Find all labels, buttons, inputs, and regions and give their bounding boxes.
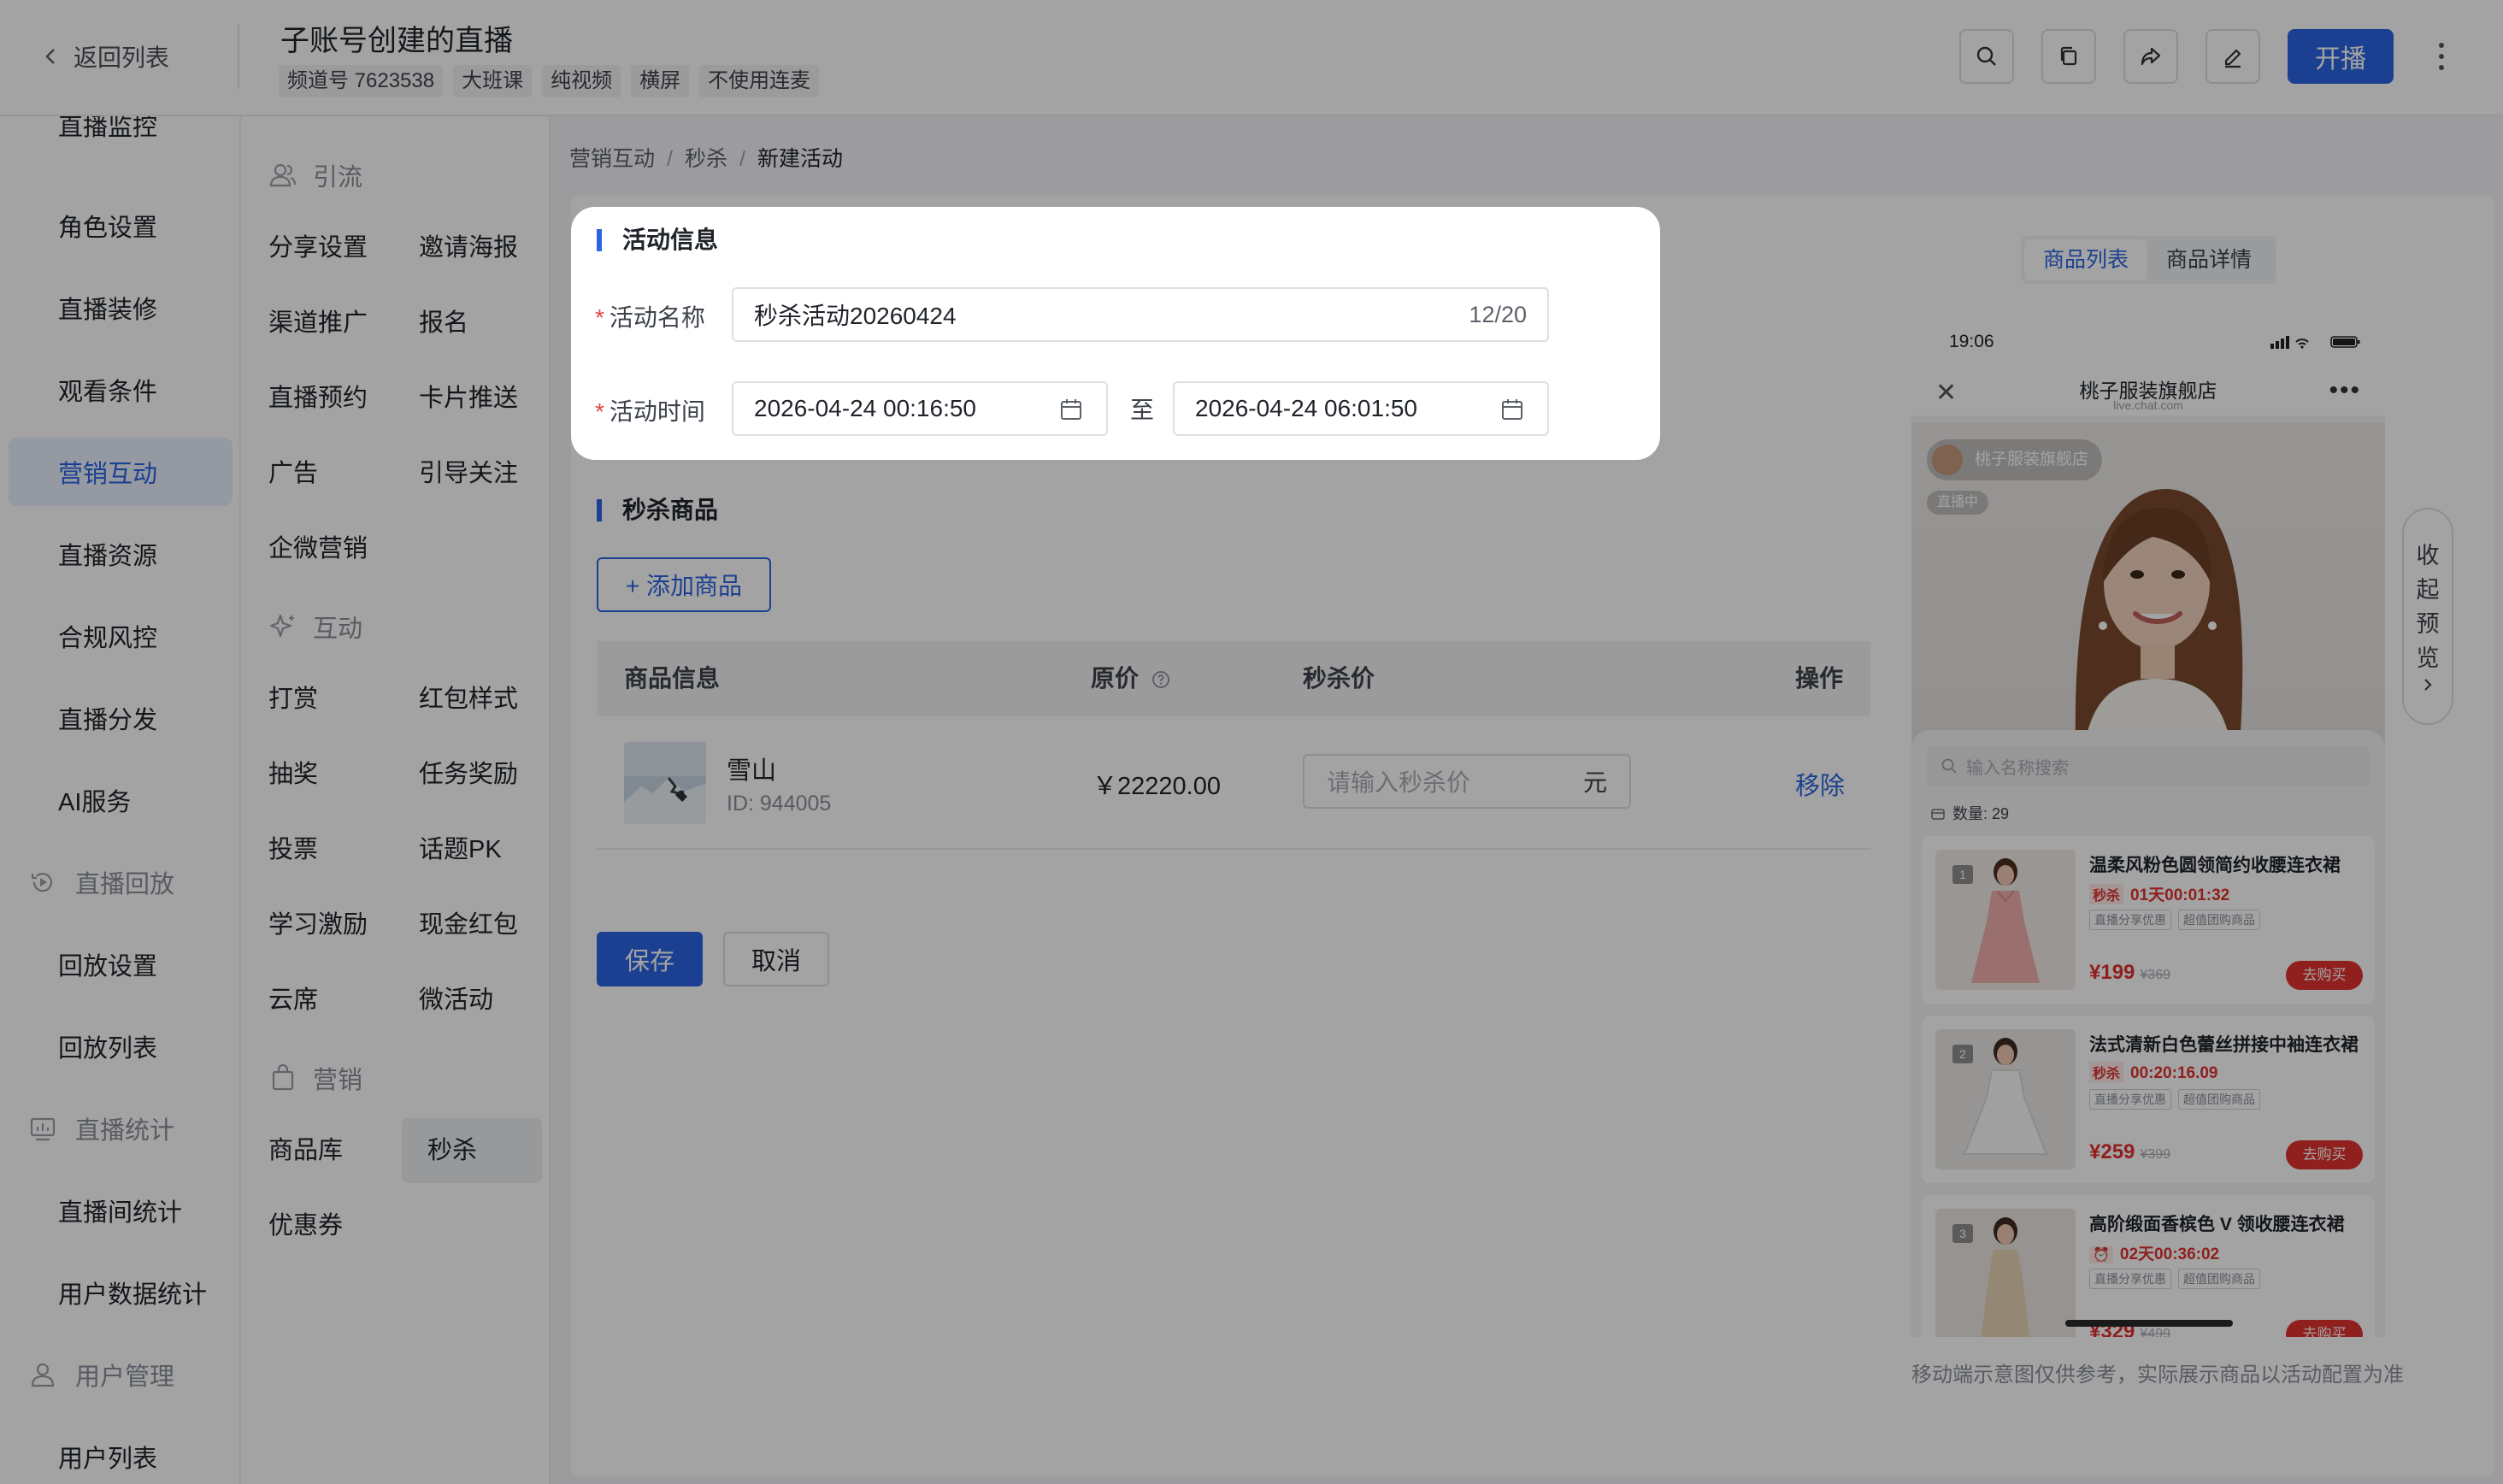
activity-name-label: * 活动名称 xyxy=(595,304,705,331)
activity-time-label: * 活动时间 xyxy=(595,398,705,425)
section-title-activity-info: 活动信息 xyxy=(597,228,718,252)
start-time-input[interactable]: 2026-04-24 00:16:50 xyxy=(732,381,1108,436)
char-count: 12/20 xyxy=(1469,301,1527,327)
activity-name-input[interactable]: 秒杀活动20260424 12/20 xyxy=(732,287,1549,342)
end-time-input[interactable]: 2026-04-24 06:01:50 xyxy=(1173,381,1549,436)
activity-info-spotlight: 活动信息 * 活动名称 秒杀活动20260424 12/20 * 活动时间 2026… xyxy=(571,207,1660,460)
calendar-icon xyxy=(1502,399,1522,420)
calendar-icon xyxy=(1061,399,1081,420)
to-separator: 至 xyxy=(1130,397,1155,423)
